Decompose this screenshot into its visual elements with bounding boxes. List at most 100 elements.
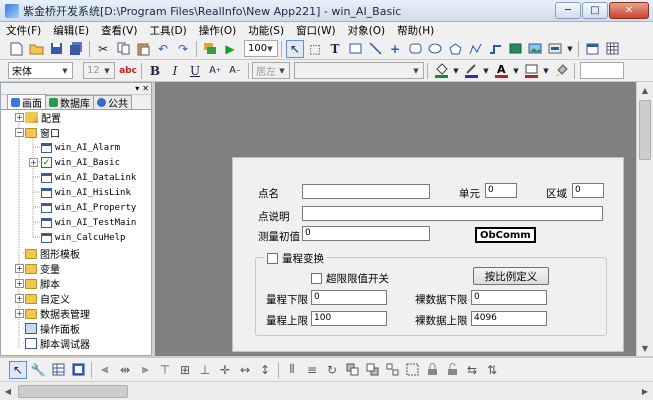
menu-file[interactable]: 文件(F) [0, 23, 47, 38]
range-low-field[interactable]: 0 [311, 290, 387, 305]
zoom-select[interactable]: 100 ▼ [244, 40, 278, 57]
format-brush-icon[interactable] [552, 62, 570, 80]
align-middle-icon[interactable]: ⊞ [176, 361, 194, 379]
underline-icon[interactable]: U [186, 62, 204, 80]
menu-object[interactable]: 对象(O) [342, 23, 391, 38]
menu-tools[interactable]: 工具(D) [143, 23, 192, 38]
extra-select[interactable] [580, 62, 624, 79]
layers-icon[interactable] [201, 40, 219, 58]
tab-database[interactable]: 数据库 [45, 95, 94, 110]
same-width-icon[interactable]: ↔ [236, 361, 254, 379]
design-canvas[interactable]: 点名 单元 0 区域 0 点说明 测量初值 0 ObComm 量程变换 超限限值… [155, 82, 636, 356]
round-rect-tool-icon[interactable] [406, 40, 424, 58]
expand-toggle[interactable]: + [15, 264, 24, 273]
bold-icon[interactable]: B [146, 62, 164, 80]
scroll-up-icon[interactable]: ▲ [637, 82, 653, 98]
wrench-icon[interactable]: 🔧 [29, 361, 47, 379]
center-both-icon[interactable]: ✛ [216, 361, 234, 379]
tree-item-variables[interactable]: + 变量 [15, 261, 60, 276]
limit-switch-checkbox[interactable] [311, 273, 322, 284]
space-v-icon[interactable]: ≡ [303, 361, 321, 379]
border-color-icon[interactable] [522, 62, 540, 80]
same-height-icon[interactable]: ↕ [256, 361, 274, 379]
menu-help[interactable]: 帮助(H) [391, 23, 440, 38]
font-name-select[interactable]: 宋体 ▼ [8, 62, 73, 79]
chevron-down-icon[interactable]: ▼ [452, 62, 460, 80]
chevron-down-icon[interactable]: ▼ [566, 40, 574, 58]
align-select[interactable]: 居左 ▼ [252, 62, 290, 79]
tree-item-custom[interactable]: + 自定义 [15, 291, 70, 306]
range-high-field[interactable]: 100 [311, 311, 387, 326]
italic-icon[interactable]: I [166, 62, 184, 80]
font-shrink-icon[interactable]: A − [226, 62, 244, 80]
initial-value-field[interactable]: 0 [302, 226, 430, 241]
grid-icon[interactable] [603, 40, 621, 58]
menu-function[interactable]: 功能(S) [242, 23, 290, 38]
new-file-icon[interactable] [7, 40, 25, 58]
image-tool-icon[interactable] [526, 40, 544, 58]
tree-item-scripts[interactable]: + 脚本 [15, 276, 60, 291]
scroll-thumb[interactable] [639, 100, 651, 160]
rotate-icon[interactable]: ↻ [323, 361, 341, 379]
undo-icon[interactable]: ↶ [154, 40, 172, 58]
pointer-icon[interactable]: ↖ [286, 39, 304, 58]
canvas-horizontal-scrollbar[interactable]: ◀ ▶ [0, 381, 653, 400]
tree-item-window[interactable]: win_CalcuHelp [41, 230, 125, 245]
save-icon[interactable] [47, 40, 65, 58]
tree-item-windows[interactable]: − 窗口 [15, 125, 60, 140]
panel-splitter[interactable] [152, 82, 155, 356]
tree-item-window[interactable]: win_AI_DataLink [41, 170, 136, 185]
tree-item-window[interactable]: win_AI_HisLink [41, 185, 131, 200]
raw-high-field[interactable]: 4096 [471, 311, 547, 326]
text-tool-icon[interactable]: T [326, 40, 344, 58]
bring-front-icon[interactable] [343, 361, 361, 379]
text-color-icon[interactable]: A [492, 62, 510, 80]
tree-item-templates[interactable]: 图形模板 [25, 246, 80, 261]
raw-low-field[interactable]: 0 [471, 290, 547, 305]
tab-public[interactable]: 公共 [93, 95, 132, 110]
expand-toggle[interactable]: + [15, 279, 24, 288]
line-tool-icon[interactable] [366, 40, 384, 58]
ellipse-tool-icon[interactable] [426, 40, 444, 58]
unlock-icon[interactable] [443, 361, 461, 379]
tree-item-operation-panel[interactable]: 操作面板 [25, 321, 80, 336]
chevron-down-icon[interactable]: ▼ [482, 62, 490, 80]
select-node-icon[interactable]: ⬚ [306, 40, 324, 58]
font-color-abc-icon[interactable]: abc [119, 62, 137, 80]
send-back-icon[interactable] [363, 361, 381, 379]
expand-toggle[interactable]: + [15, 309, 24, 318]
ungroup-icon[interactable] [403, 361, 421, 379]
tree-item-window-selected[interactable]: + ✓ win_AI_Basic [29, 155, 120, 170]
canvas-vertical-scrollbar[interactable]: ▲ ▼ [636, 82, 653, 356]
grid-panel-icon[interactable] [49, 361, 67, 379]
fill-color-icon[interactable] [432, 62, 450, 80]
blank-select[interactable]: ▼ [294, 62, 424, 79]
chevron-down-icon[interactable]: ▼ [512, 62, 520, 80]
paste-icon[interactable] [134, 40, 152, 58]
maximize-button[interactable]: □ [582, 2, 608, 19]
expand-toggle[interactable]: + [15, 294, 24, 303]
align-top-icon[interactable]: ⊤ [156, 361, 174, 379]
menu-window[interactable]: 窗口(W) [290, 23, 342, 38]
tree-item-window[interactable]: win_AI_Property [41, 200, 136, 215]
unit-field[interactable]: 0 [485, 183, 517, 198]
run-icon[interactable]: ▶ [221, 40, 239, 58]
save-all-icon[interactable] [67, 40, 85, 58]
pipe-tool-icon[interactable] [486, 40, 504, 58]
font-grow-icon[interactable]: A + [206, 62, 224, 80]
polygon-tool-icon[interactable] [446, 40, 464, 58]
tree-item-script-debugger[interactable]: 脚本调试器 [25, 336, 90, 351]
control-tool-icon[interactable] [546, 40, 564, 58]
cut-icon[interactable]: ✂ [94, 40, 112, 58]
point-name-field[interactable] [302, 184, 430, 199]
collapse-toggle[interactable]: − [15, 128, 24, 137]
copy-icon[interactable] [114, 40, 132, 58]
pin-icon[interactable]: ▾ [135, 84, 139, 93]
fill-rect-tool-icon[interactable] [506, 40, 524, 58]
expand-toggle[interactable]: + [15, 113, 24, 122]
expand-toggle[interactable]: + [29, 158, 38, 167]
menu-operation[interactable]: 操作(O) [193, 23, 242, 38]
redo-icon[interactable]: ↷ [174, 40, 192, 58]
align-bottom-icon[interactable]: ⊥ [196, 361, 214, 379]
chevron-down-icon[interactable]: ▼ [542, 62, 550, 80]
